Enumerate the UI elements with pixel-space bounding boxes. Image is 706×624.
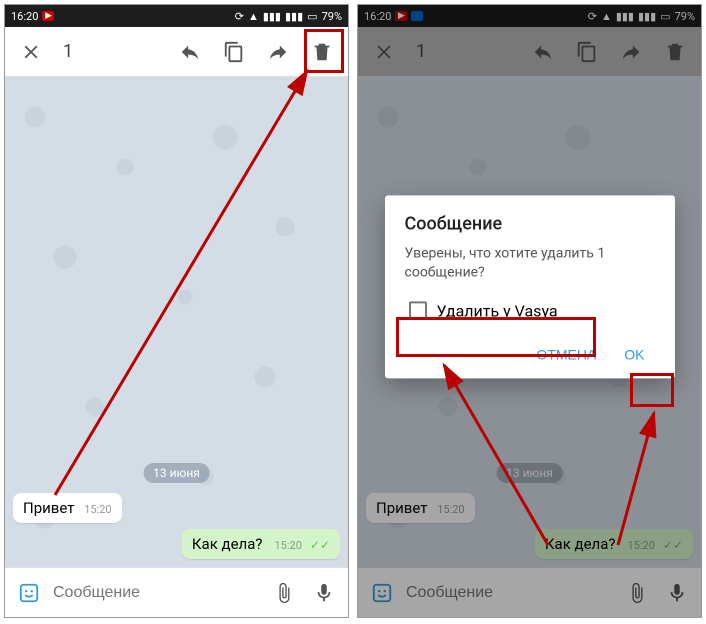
checkbox-icon <box>409 302 427 320</box>
status-bar: 16:20 ▶ ⟳ ▲ ▮▮▮ ▮▮▮ ▭ 79% <box>5 5 348 27</box>
message-input[interactable] <box>53 584 260 602</box>
sticker-icon[interactable] <box>13 575 45 611</box>
msg-out-time: 15:20 <box>274 539 301 552</box>
mic-icon[interactable] <box>308 575 340 611</box>
delete-dialog: Сообщение Уверены, что хотите удалить 1 … <box>385 195 675 378</box>
sync-icon: ⟳ <box>235 10 244 23</box>
ok-button[interactable]: OK <box>614 338 654 370</box>
date-chip: 13 июня <box>143 463 210 483</box>
selection-count: 1 <box>63 41 73 62</box>
battery-pct: 79% <box>322 10 342 23</box>
msg-in-text: Привет <box>23 499 74 517</box>
cancel-button[interactable]: ОТМЕНА <box>526 338 606 370</box>
selection-appbar: 1 <box>5 27 348 77</box>
signal2-icon: ▮▮▮ <box>285 10 303 23</box>
youtube-notif-icon: ▶ <box>42 11 54 21</box>
reply-icon[interactable] <box>172 34 208 70</box>
wifi-icon: ▲ <box>248 10 259 23</box>
message-input-bar <box>5 567 348 617</box>
message-out[interactable]: Как дела? 15:20 ✓✓ <box>182 529 340 559</box>
battery-icon: ▭ <box>307 10 317 23</box>
dialog-title: Сообщение <box>405 213 655 234</box>
forward-icon[interactable] <box>260 34 296 70</box>
close-icon[interactable] <box>13 34 49 70</box>
phone-left: 16:20 ▶ ⟳ ▲ ▮▮▮ ▮▮▮ ▭ 79% 1 13 <box>4 4 349 618</box>
chat-area: 13 июня Привет 15:20 Как дела? 15:20 ✓✓ <box>5 77 348 567</box>
delete-icon[interactable] <box>304 34 340 70</box>
copy-icon[interactable] <box>216 34 252 70</box>
attach-icon[interactable] <box>268 575 300 611</box>
dialog-body: Уверены, что хотите удалить 1 сообщение? <box>405 244 655 283</box>
msg-out-text: Как дела? <box>192 535 263 553</box>
status-time: 16:20 <box>11 10 38 23</box>
phone-right: 16:20 ▶ ⟳ ▲ ▮▮▮ ▮▮▮ ▭ 79% 1 13 июня Прив… <box>357 4 702 618</box>
message-in[interactable]: Привет 15:20 <box>13 493 122 523</box>
msg-in-time: 15:20 <box>84 503 111 516</box>
read-ticks-icon: ✓✓ <box>310 538 330 552</box>
checkbox-label: Удалить у Vasya <box>437 301 558 320</box>
delete-for-both-checkbox[interactable]: Удалить у Vasya <box>405 297 655 324</box>
signal-icon: ▮▮▮ <box>263 10 281 23</box>
